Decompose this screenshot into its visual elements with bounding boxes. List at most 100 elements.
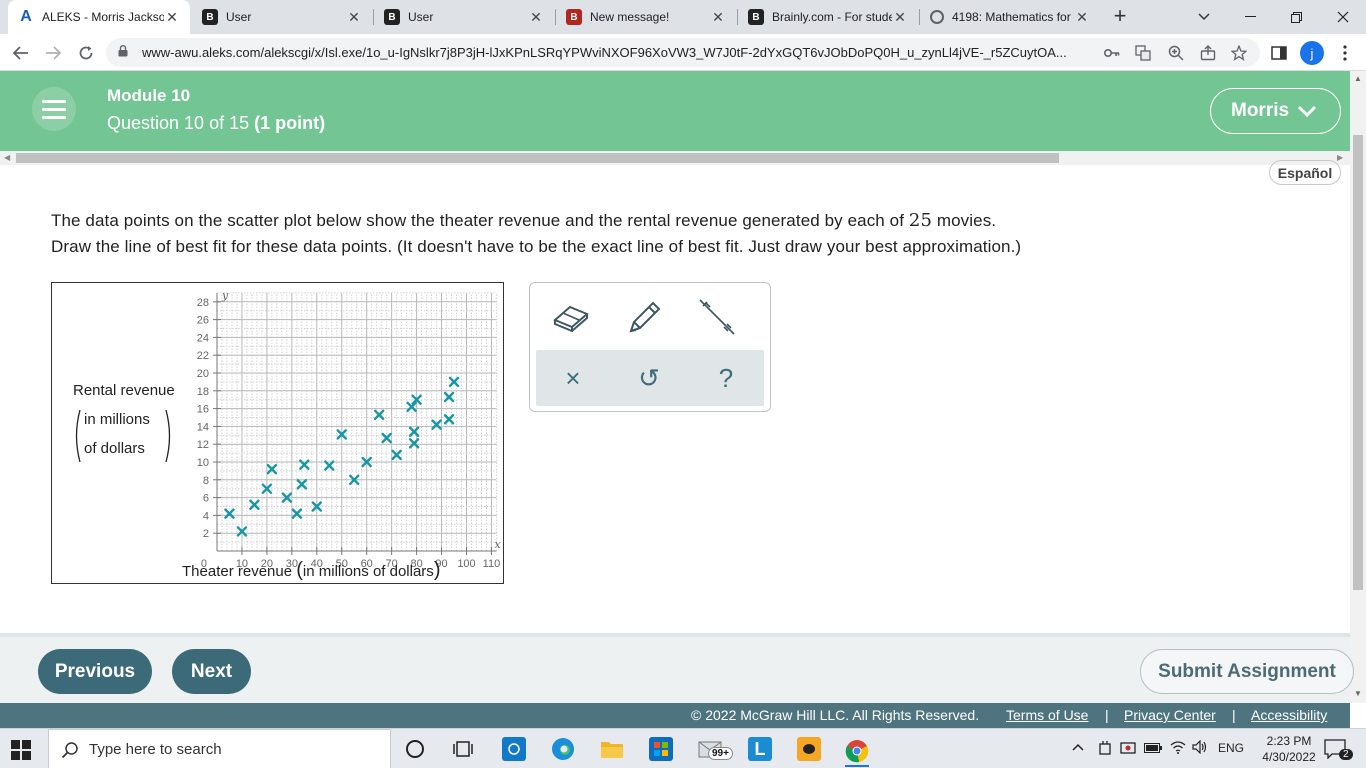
scroll-left-arrow-icon[interactable]: ◀ <box>4 153 10 162</box>
battery-icon[interactable] <box>1144 742 1162 756</box>
prompt-line-2: Draw the line of best fit for these data… <box>51 237 1022 256</box>
eraser-tool-button[interactable] <box>543 293 599 341</box>
forward-arrow-icon[interactable] <box>40 40 66 66</box>
profile-avatar[interactable]: j <box>1300 41 1324 65</box>
search-placeholder: Type here to search <box>89 740 222 758</box>
side-panel-icon[interactable] <box>1266 40 1292 66</box>
tab-brainly[interactable]: B Brainly.com - For students ✕ <box>738 0 918 34</box>
pencil-tool-button[interactable] <box>617 293 673 341</box>
back-arrow-icon[interactable] <box>8 40 34 66</box>
close-icon[interactable]: ✕ <box>1074 9 1090 26</box>
browser-toolbar: www-awu.aleks.com/alekscgi/x/Isl.exe/1o_… <box>0 34 1366 71</box>
chevron-up-icon[interactable] <box>1072 740 1084 754</box>
restore-button[interactable] <box>1273 0 1319 34</box>
minimize-button[interactable] <box>1227 0 1273 34</box>
tab-title: Brainly.com - For students <box>772 10 892 24</box>
new-tab-button[interactable]: + <box>1108 5 1132 29</box>
taskbar-search-box[interactable]: Type here to search <box>48 729 391 768</box>
device-status-icon[interactable] <box>1120 740 1136 759</box>
tab-user-2[interactable]: B User ✕ <box>374 0 554 34</box>
file-explorer-icon[interactable] <box>600 737 624 761</box>
address-bar[interactable]: www-awu.aleks.com/alekscgi/x/Isl.exe/1o_… <box>106 38 1260 67</box>
y-tick-label: 4 <box>203 510 209 522</box>
tab-user-1[interactable]: B User ✕ <box>192 0 372 34</box>
l-app-icon[interactable]: L <box>748 737 772 761</box>
mail-icon[interactable]: 99+ <box>698 737 733 761</box>
task-view-icon[interactable] <box>451 737 475 761</box>
cortana-icon[interactable] <box>403 737 427 761</box>
microsoft-store-icon[interactable] <box>649 737 673 761</box>
data-point <box>381 432 392 444</box>
drawing-toolbox: × ↺ ? <box>529 282 771 412</box>
system-clock[interactable]: 2:23 PM 4/30/2022 <box>1258 733 1320 765</box>
windows-start-icon[interactable] <box>10 739 32 761</box>
x-axis-label: Theater revenue (in millions of dollars) <box>182 559 440 582</box>
volume-icon[interactable] <box>1192 739 1208 757</box>
close-icon[interactable]: ✕ <box>528 9 544 26</box>
language-toggle-button[interactable]: Español <box>1269 160 1341 185</box>
hamburger-menu-icon[interactable] <box>32 87 76 131</box>
next-button[interactable]: Next <box>172 649 251 694</box>
previous-button[interactable]: Previous <box>38 649 152 694</box>
network-status-icon[interactable] <box>1098 740 1112 759</box>
edge-browser-icon[interactable] <box>551 737 575 761</box>
close-window-button[interactable] <box>1320 0 1366 34</box>
close-icon[interactable]: ✕ <box>346 9 362 26</box>
close-icon[interactable]: ✕ <box>892 9 908 26</box>
module-title: Module 10 <box>107 86 191 105</box>
key-icon[interactable] <box>1102 43 1122 63</box>
tab-aleks[interactable]: A ALEKS - Morris Jackson ✕ <box>8 0 190 34</box>
scatter-plot-panel[interactable]: Rental revenue in millions of dollars 10… <box>51 282 504 584</box>
scroll-right-arrow-icon[interactable]: ▶ <box>1337 153 1343 162</box>
translate-icon[interactable] <box>1133 43 1153 63</box>
mail-badge: 99+ <box>708 747 733 760</box>
clear-button[interactable]: × <box>553 358 593 398</box>
tab-new-message[interactable]: B New message! ✕ <box>556 0 736 34</box>
scrollbar-thumb[interactable] <box>1353 135 1363 590</box>
user-name: Morris <box>1231 100 1290 121</box>
footer-nav: Previous Next Submit Assignment <box>0 633 1354 703</box>
game-app-icon[interactable] <box>797 737 821 761</box>
scroll-down-arrow-icon[interactable]: ▼ <box>1354 689 1362 698</box>
x-axis-label-main: Theater revenue <box>182 563 293 580</box>
help-button[interactable]: ? <box>706 358 746 398</box>
user-menu-button[interactable]: Morris <box>1210 88 1341 134</box>
chrome-icon[interactable] <box>845 737 869 767</box>
privacy-center-link[interactable]: Privacy Center <box>1124 707 1216 723</box>
windows-taskbar: Type here to search 99+ L ENG 2:23 PM 4/… <box>0 728 1366 768</box>
clock-time: 2:23 PM <box>1266 734 1312 748</box>
assignment-header: Module 10 Question 10 of 15 (1 point) Mo… <box>0 71 1350 151</box>
store-app-icon[interactable] <box>502 737 526 761</box>
undo-button[interactable]: ↺ <box>629 358 669 398</box>
footer-divider: | <box>1232 707 1236 723</box>
scatter-plot[interactable]: 10 20 30 40 50 60 70 80 90 100 1102468101214161820… <box>52 283 503 583</box>
scroll-up-arrow-icon[interactable]: ▲ <box>1354 74 1362 83</box>
accessibility-link[interactable]: Accessibility <box>1251 707 1327 723</box>
toolbox-actions: × ↺ ? <box>536 350 764 406</box>
prompt-text: movies. <box>936 211 997 230</box>
submit-assignment-button[interactable]: Submit Assignment <box>1140 649 1354 694</box>
brainly-icon: B <box>384 9 400 25</box>
line-tool-button[interactable] <box>689 293 745 341</box>
zoom-icon[interactable] <box>1166 43 1186 63</box>
y-tick-label: 18 <box>197 386 209 398</box>
prompt-line-1: The data points on the scatter plot belo… <box>51 208 1021 234</box>
reload-icon[interactable] <box>73 40 99 66</box>
close-icon[interactable]: ✕ <box>164 9 180 26</box>
scrollbar-thumb[interactable] <box>16 153 1059 163</box>
y-tick-label: 8 <box>203 475 209 487</box>
bookmark-star-icon[interactable] <box>1229 43 1249 63</box>
vertical-scrollbar[interactable]: ▲ ▼ <box>1350 71 1366 703</box>
input-language[interactable]: ENG <box>1218 741 1244 755</box>
share-icon[interactable] <box>1198 43 1218 63</box>
close-icon[interactable]: ✕ <box>710 9 726 26</box>
y-tick-label: 12 <box>197 439 209 451</box>
terms-of-use-link[interactable]: Terms of Use <box>1006 707 1088 723</box>
y-tick-label: 22 <box>197 350 209 362</box>
wifi-icon[interactable] <box>1170 740 1186 757</box>
horizontal-scrollbar[interactable]: ◀ ▶ <box>0 151 1350 165</box>
more-menu-icon[interactable] <box>1332 40 1358 66</box>
tab-search-chevron-icon[interactable] <box>1181 0 1227 34</box>
prompt-text: The data points on the scatter plot belo… <box>51 211 905 230</box>
tab-mathematics[interactable]: 4198: Mathematics for ✕ <box>920 0 1100 34</box>
